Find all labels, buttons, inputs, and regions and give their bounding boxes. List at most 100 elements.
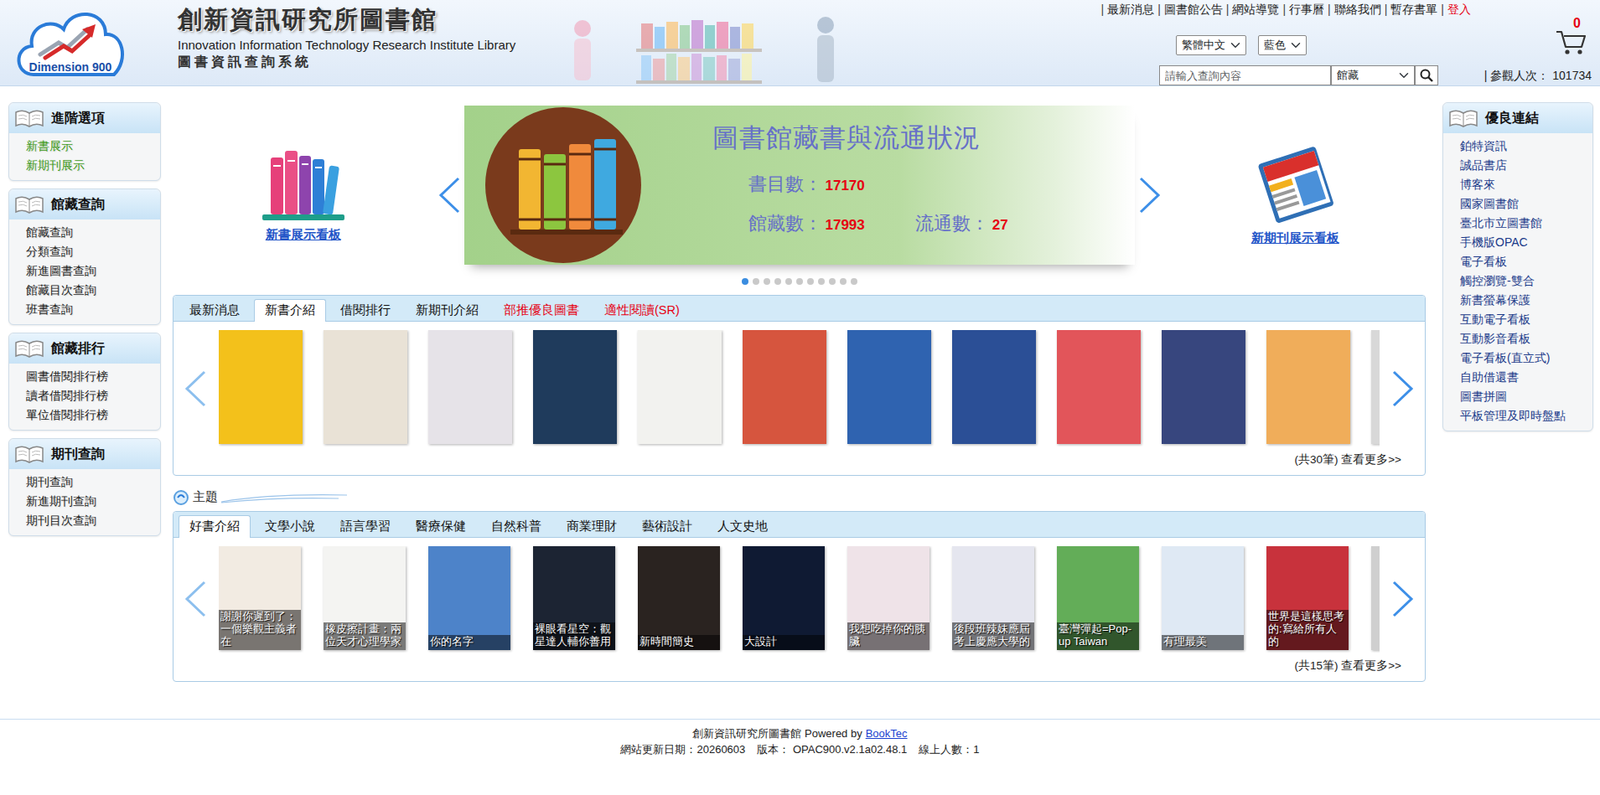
book-cover[interactable]: [1371, 546, 1380, 651]
book-cover[interactable]: 你的名字: [428, 546, 511, 651]
menu-item[interactable]: 新進圖書查詢: [25, 261, 154, 281]
books-prev[interactable]: [180, 579, 211, 619]
link-item[interactable]: 新書螢幕保護: [1460, 290, 1586, 311]
search-input[interactable]: [1159, 65, 1331, 86]
booktec-link[interactable]: BookTec: [865, 727, 908, 741]
menu-item[interactable]: 班書查詢: [25, 300, 154, 320]
carousel-indicator[interactable]: [818, 278, 825, 285]
book-cover[interactable]: [637, 330, 722, 445]
book-cover[interactable]: [847, 330, 932, 445]
book-cover[interactable]: 後段班辣妹應屆考上慶應大學的: [952, 546, 1035, 651]
top-link[interactable]: 暫存書單: [1390, 0, 1438, 19]
carousel-next[interactable]: [1134, 176, 1166, 215]
link-item[interactable]: 電子看板(直立式): [1460, 348, 1586, 368]
magazine-icon[interactable]: [1248, 142, 1342, 227]
book-cover[interactable]: 橡皮擦計畫：兩位天才心理學家: [323, 546, 406, 651]
menu-item[interactable]: 新書展示: [25, 136, 154, 156]
link-item[interactable]: 手機版OPAC: [1460, 233, 1586, 253]
books-next[interactable]: [1387, 579, 1419, 619]
book-cover[interactable]: [1161, 330, 1246, 445]
book-cover[interactable]: 新時間簡史: [637, 546, 720, 651]
search-button[interactable]: [1414, 65, 1439, 86]
book-cover[interactable]: 大設計: [742, 546, 825, 651]
carousel-indicator[interactable]: [785, 278, 793, 285]
carousel-indicator[interactable]: [752, 278, 760, 285]
top-link[interactable]: 網站導覽: [1232, 0, 1279, 19]
menu-item[interactable]: 讀者借閱排行榜: [25, 386, 154, 406]
menu-item[interactable]: 期刊目次查詢: [25, 511, 154, 531]
top-link[interactable]: 行事曆: [1289, 0, 1325, 19]
book-cover[interactable]: [533, 330, 617, 445]
carousel-indicator[interactable]: [839, 278, 847, 285]
menu-item[interactable]: 單位借閱排行榜: [25, 405, 154, 425]
search-scope-select[interactable]: 館藏: [1330, 65, 1415, 86]
tab[interactable]: 借閱排行: [329, 299, 402, 322]
tab[interactable]: 文學小說: [253, 515, 327, 539]
menu-item[interactable]: 館藏查詢: [25, 222, 154, 243]
theme-select[interactable]: 藍色: [1258, 35, 1307, 56]
carousel-indicator[interactable]: [807, 278, 814, 285]
link-item[interactable]: 自助借還書: [1460, 367, 1586, 388]
menu-item[interactable]: 圖書借閱排行榜: [25, 367, 154, 387]
carousel-indicator[interactable]: [828, 278, 836, 285]
book-cover[interactable]: 我想吃掉你的胰臟: [847, 546, 930, 651]
new-journals-board-link[interactable]: 新期刊展示看板: [1247, 227, 1343, 249]
carousel-indicator[interactable]: [774, 278, 782, 285]
tab[interactable]: 新期刊介紹: [404, 299, 490, 322]
carousel-indicator[interactable]: [850, 278, 858, 285]
site-logo[interactable]: Dimension 900: [11, 4, 130, 82]
link-item[interactable]: 鉑特資訊: [1460, 136, 1586, 156]
link-item[interactable]: 互動影音看板: [1460, 329, 1586, 349]
tab[interactable]: 醫療保健: [404, 515, 477, 539]
link-item[interactable]: 觸控瀏覽-雙合: [1460, 271, 1586, 291]
book-cover[interactable]: [952, 330, 1036, 445]
tab[interactable]: 自然科普: [480, 515, 553, 539]
book-cover[interactable]: [428, 330, 513, 445]
link-item[interactable]: 圖書拼圖: [1460, 387, 1586, 407]
book-cover[interactable]: [218, 330, 303, 445]
link-item[interactable]: 誠品書店: [1460, 155, 1586, 176]
carousel-indicator[interactable]: [763, 278, 771, 285]
tab[interactable]: 最新消息: [178, 299, 251, 322]
top-link[interactable]: 最新消息: [1107, 0, 1155, 19]
book-stack-icon[interactable]: [257, 145, 350, 223]
top-link[interactable]: 聯絡我們: [1334, 0, 1382, 19]
book-cover[interactable]: 謝謝你遲到了：一個樂觀主義者在: [218, 546, 301, 651]
book-cover[interactable]: [742, 330, 827, 445]
top-link[interactable]: 圖書館公告: [1164, 0, 1223, 19]
more-link[interactable]: (共30筆) 查看更多>>: [1294, 453, 1402, 467]
book-cover[interactable]: 裸眼看星空：觀星達人輔你善用: [533, 546, 616, 651]
language-select[interactable]: 繁體中文: [1175, 35, 1247, 56]
new-books-board-link[interactable]: 新書展示看板: [262, 224, 345, 246]
carousel-indicator[interactable]: [741, 278, 749, 285]
menu-item[interactable]: 館藏目次查詢: [25, 280, 154, 301]
book-cover[interactable]: [323, 330, 408, 445]
tab[interactable]: 藝術設計: [631, 515, 704, 539]
menu-item[interactable]: 新期刊展示: [25, 155, 154, 176]
book-cover[interactable]: 世界是這樣思考的:寫給所有人的: [1266, 546, 1349, 651]
link-item[interactable]: 博客來: [1460, 175, 1586, 195]
books-prev[interactable]: [180, 369, 211, 409]
link-item[interactable]: 電子看板: [1460, 252, 1586, 272]
carousel-indicator[interactable]: [796, 278, 803, 285]
cart[interactable]: 0: [1554, 18, 1592, 63]
menu-item[interactable]: 新進期刊查詢: [25, 491, 154, 512]
menu-item[interactable]: 分類查詢: [25, 242, 154, 262]
book-cover[interactable]: 有理最美: [1161, 546, 1244, 651]
tab[interactable]: 商業理財: [555, 515, 628, 539]
tab[interactable]: 部推優良圖書: [492, 299, 591, 322]
book-cover[interactable]: [1266, 330, 1351, 445]
tab[interactable]: 語言學習: [329, 515, 402, 539]
book-cover[interactable]: 臺灣彈起=Pop-up Taiwan: [1056, 546, 1140, 651]
link-item[interactable]: 臺北市立圖書館: [1460, 213, 1586, 234]
tab[interactable]: 人文史地: [706, 515, 779, 539]
carousel-prev[interactable]: [434, 176, 465, 215]
more-link[interactable]: (共15筆) 查看更多>>: [1294, 659, 1402, 673]
books-next[interactable]: [1387, 369, 1419, 409]
book-cover[interactable]: [1371, 330, 1380, 445]
top-link[interactable]: 登入: [1447, 0, 1471, 19]
link-item[interactable]: 互動電子看板: [1460, 310, 1586, 330]
link-item[interactable]: 平板管理及即時盤點: [1460, 406, 1586, 426]
link-item[interactable]: 國家圖書館: [1460, 194, 1586, 214]
menu-item[interactable]: 期刊查詢: [25, 472, 154, 492]
